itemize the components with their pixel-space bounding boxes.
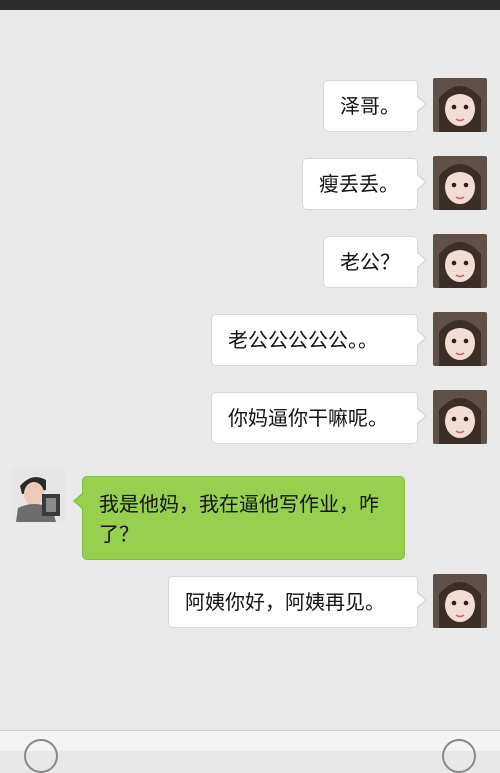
voice-icon[interactable] bbox=[24, 739, 58, 773]
sender-avatar[interactable] bbox=[433, 234, 487, 288]
boy-avatar-image bbox=[12, 468, 66, 522]
message-text: 老公公公公公。。 bbox=[228, 328, 378, 352]
message-text: 瘦丢丢。 bbox=[319, 172, 399, 196]
girl-avatar-image bbox=[433, 156, 487, 210]
girl-avatar-image bbox=[433, 78, 487, 132]
sent-message-bubble[interactable]: 瘦丢丢。 bbox=[302, 158, 427, 210]
message-text: 阿姨你好，阿姨再见。 bbox=[185, 590, 385, 614]
receiver-avatar[interactable] bbox=[12, 468, 66, 522]
girl-avatar-image bbox=[433, 312, 487, 366]
sender-avatar[interactable] bbox=[433, 390, 487, 444]
status-bar bbox=[0, 0, 500, 10]
sender-avatar[interactable] bbox=[433, 78, 487, 132]
message-text: 你妈逼你干嘛呢。 bbox=[228, 406, 388, 430]
message-text: 泽哥。 bbox=[340, 94, 400, 118]
message-text: 我是他妈，我在逼他写作业，咋了？ bbox=[99, 492, 379, 546]
sender-avatar[interactable] bbox=[433, 574, 487, 628]
message-text: 老公？ bbox=[340, 250, 400, 274]
sent-message-bubble[interactable]: 泽哥。 bbox=[323, 80, 427, 132]
add-icon[interactable] bbox=[442, 739, 476, 773]
sent-message-bubble[interactable]: 老公？ bbox=[323, 236, 427, 288]
sent-message-bubble[interactable]: 阿姨你好，阿姨再见。 bbox=[168, 576, 427, 628]
girl-avatar-image bbox=[433, 574, 487, 628]
chat-area[interactable]: 泽哥。 瘦丢丢。 老公？ 老公公公公公。。 你妈逼你干嘛呢。 我是他妈，我在逼他… bbox=[0, 10, 500, 730]
input-bar bbox=[0, 730, 500, 773]
girl-avatar-image bbox=[433, 390, 487, 444]
sent-message-bubble[interactable]: 你妈逼你干嘛呢。 bbox=[211, 392, 427, 444]
received-message-bubble[interactable]: 我是他妈，我在逼他写作业，咋了？ bbox=[73, 476, 405, 560]
sender-avatar[interactable] bbox=[433, 312, 487, 366]
sent-message-bubble[interactable]: 老公公公公公。。 bbox=[211, 314, 427, 366]
girl-avatar-image bbox=[433, 234, 487, 288]
sender-avatar[interactable] bbox=[433, 156, 487, 210]
